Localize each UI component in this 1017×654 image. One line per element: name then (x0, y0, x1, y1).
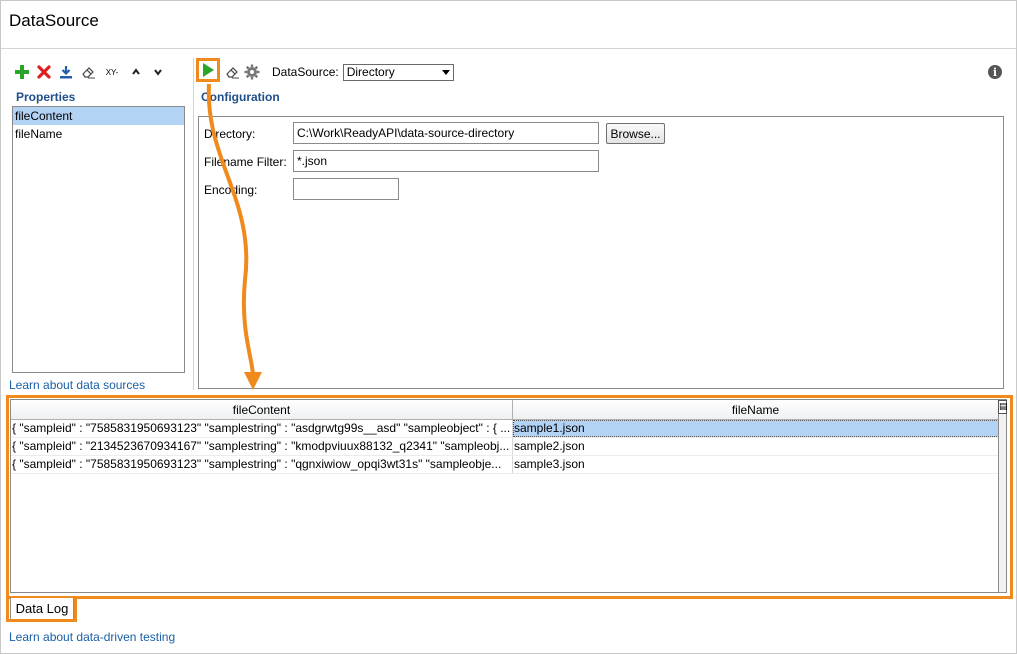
clear-icon[interactable] (80, 64, 96, 80)
browse-button[interactable]: Browse... (606, 123, 665, 144)
encoding-input[interactable] (293, 178, 399, 200)
import-icon[interactable] (58, 64, 74, 80)
info-icon[interactable]: i (988, 65, 1002, 79)
move-up-icon[interactable] (128, 64, 144, 80)
run-icon (203, 63, 214, 77)
data-log-highlight (6, 395, 1013, 599)
title-divider (1, 48, 1016, 49)
properties-list: fileContent fileName (12, 106, 185, 373)
delete-icon[interactable] (36, 64, 52, 80)
datasource-select-value: Directory (346, 65, 395, 79)
directory-input[interactable]: C:\Work\ReadyAPI\data-source-directory (293, 122, 599, 144)
filename-filter-input[interactable]: *.json (293, 150, 599, 172)
run-button[interactable] (196, 58, 220, 82)
learn-data-driven-link[interactable]: Learn about data-driven testing (9, 630, 175, 644)
settings-icon[interactable] (244, 64, 260, 80)
property-item-filename[interactable]: fileName (13, 125, 184, 143)
property-item-filecontent[interactable]: fileContent (13, 107, 184, 125)
properties-title: Properties (16, 90, 76, 104)
annotation-arrow (206, 83, 262, 390)
move-down-icon[interactable] (150, 64, 166, 80)
add-icon[interactable] (14, 64, 30, 80)
page-title: DataSource (9, 11, 99, 30)
xy-icon[interactable]: XY- (102, 64, 122, 80)
datasource-label: DataSource: (272, 65, 339, 79)
chevron-down-icon (441, 69, 450, 75)
clear-icon[interactable] (224, 64, 240, 80)
properties-toolbar: XY- (14, 62, 166, 82)
tab-highlight (6, 596, 77, 622)
learn-data-sources-link[interactable]: Learn about data sources (9, 378, 145, 392)
datasource-toolbar: DataSource: Directory (196, 58, 454, 82)
panel-divider (193, 58, 194, 390)
datasource-select[interactable]: Directory (342, 63, 454, 81)
